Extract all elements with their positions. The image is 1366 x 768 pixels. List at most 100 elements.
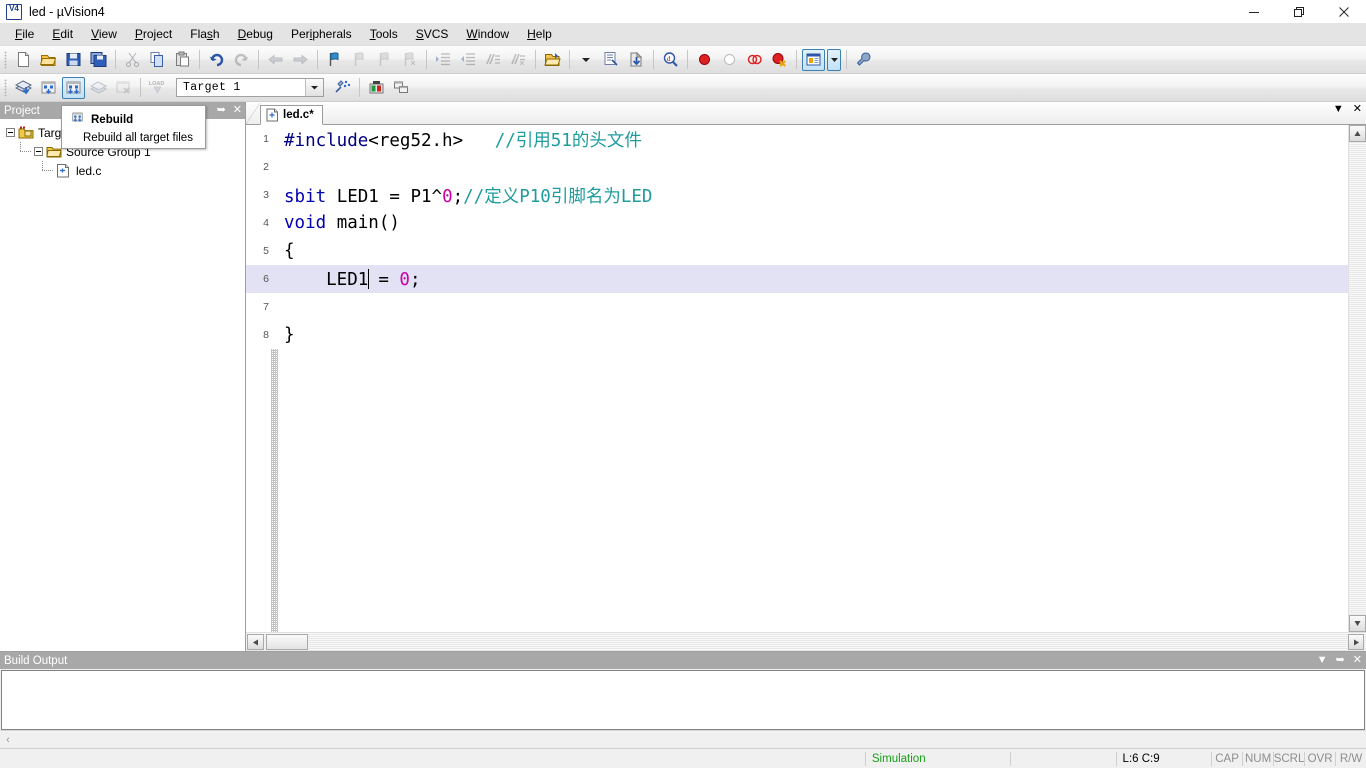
menu-tools[interactable]: Tools <box>361 25 407 43</box>
toolbar-separator <box>140 78 141 97</box>
toolbar-grip[interactable] <box>4 78 7 97</box>
status-flag-ovr: OVR <box>1307 752 1333 765</box>
tree-item-file[interactable]: led.c <box>0 161 245 180</box>
menu-file[interactable]: File <box>6 25 43 43</box>
clear-bookmarks-icon[interactable] <box>398 49 421 71</box>
line-number: 2 <box>246 153 278 181</box>
open-file-icon[interactable] <box>37 49 60 71</box>
project-tree: Target 1 Source Group 1 led.c <box>0 119 245 651</box>
window-layout-dropdown-icon[interactable] <box>827 48 841 71</box>
manage-components-icon[interactable] <box>365 77 388 99</box>
target-options-icon[interactable] <box>331 77 354 99</box>
paste-icon[interactable] <box>171 49 194 71</box>
minimize-icon[interactable] <box>1231 0 1276 23</box>
menu-peripherals[interactable]: Peripherals <box>282 25 361 43</box>
code-line-active[interactable]: 6 LED1 = 0; <box>246 265 1348 293</box>
code-editor[interactable]: 1 #include<reg52.h> //引用51的头文件 2 3 sbit … <box>246 125 1366 632</box>
cut-icon[interactable] <box>121 49 144 71</box>
scroll-left-icon[interactable] <box>247 634 264 650</box>
translate-file-icon[interactable] <box>12 77 35 99</box>
token-keyword: sbit <box>284 186 327 207</box>
save-all-icon[interactable] <box>87 49 110 71</box>
pin-icon[interactable]: ➥ <box>217 105 226 116</box>
configuration-wrench-icon[interactable] <box>852 49 875 71</box>
target-select[interactable]: Target 1 <box>176 78 324 97</box>
menu-flash[interactable]: Flash <box>181 25 228 43</box>
menu-window[interactable]: Window <box>457 25 518 43</box>
code-line[interactable]: 4 void main() <box>246 209 1348 237</box>
menu-help[interactable]: Help <box>518 25 561 43</box>
scroll-up-icon[interactable] <box>1349 125 1366 142</box>
code-line[interactable]: 7 <box>246 293 1348 321</box>
open-folder-icon[interactable] <box>541 49 564 71</box>
pin-icon[interactable]: ➥ <box>1336 655 1345 666</box>
kill-breakpoint-icon[interactable] <box>718 49 741 71</box>
rebuild-all-icon[interactable] <box>62 76 85 99</box>
indent-icon[interactable] <box>432 49 455 71</box>
close-icon[interactable]: ✕ <box>1353 655 1362 666</box>
tab-led-c[interactable]: led.c* <box>260 105 323 125</box>
editor-vertical-scrollbar[interactable] <box>1348 125 1366 632</box>
navigate-back-icon[interactable] <box>264 49 287 71</box>
scroll-down-icon[interactable] <box>1349 615 1366 632</box>
build-output-content[interactable] <box>1 670 1365 730</box>
close-icon[interactable]: ✕ <box>233 105 242 116</box>
editor-horizontal-scrollbar[interactable] <box>246 632 1366 651</box>
folder-icon <box>46 144 62 159</box>
batch-build-icon[interactable] <box>87 77 110 99</box>
magnifier-d-icon[interactable]: d <box>659 49 682 71</box>
disable-breakpoint-icon[interactable] <box>743 49 766 71</box>
close-icon[interactable]: ✕ <box>1353 104 1362 115</box>
chevron-down-icon[interactable]: ▼ <box>1333 104 1344 115</box>
horizontal-scroll-thumb[interactable] <box>266 634 308 650</box>
navigate-forward-icon[interactable] <box>289 49 312 71</box>
restore-icon[interactable] <box>1276 0 1321 23</box>
menu-svcs[interactable]: SVCS <box>407 25 458 43</box>
redo-icon[interactable] <box>230 49 253 71</box>
window-layout-icon[interactable] <box>802 48 825 71</box>
menu-project[interactable]: Project <box>126 25 181 43</box>
status-flag-num: NUM <box>1244 752 1272 765</box>
code-line[interactable]: 3 sbit LED1 = P1^0;//定义P10引脚名为LED <box>246 181 1348 209</box>
menu-view[interactable]: View <box>82 25 126 43</box>
code-line[interactable]: 1 #include<reg52.h> //引用51的头文件 <box>246 125 1348 153</box>
menu-debug[interactable]: Debug <box>229 25 282 43</box>
code-line[interactable]: 2 <box>246 153 1348 181</box>
close-icon[interactable] <box>1321 0 1366 23</box>
comment-icon[interactable] <box>482 49 505 71</box>
multi-project-icon[interactable] <box>390 77 413 99</box>
toolbar-grip[interactable] <box>4 50 7 69</box>
source-browse-icon[interactable] <box>600 49 623 71</box>
stop-build-icon[interactable] <box>112 77 135 99</box>
next-bookmark-icon[interactable] <box>348 49 371 71</box>
scroll-right-icon[interactable] <box>1348 634 1364 650</box>
build-target-icon[interactable] <box>37 77 60 99</box>
chevron-down-icon[interactable]: ▼ <box>1317 655 1328 666</box>
download-icon[interactable]: LOAD <box>146 77 169 99</box>
tree-connector <box>38 161 56 180</box>
collapse-icon[interactable] <box>6 128 15 137</box>
build-output-scrollbar[interactable]: ‹ <box>0 730 1366 748</box>
toolbar-separator <box>317 50 318 69</box>
chevron-down-icon[interactable] <box>305 79 323 96</box>
copy-icon[interactable] <box>146 49 169 71</box>
scroll-left-icon[interactable]: ‹ <box>0 732 16 747</box>
save-icon[interactable] <box>62 49 85 71</box>
undo-icon[interactable] <box>205 49 228 71</box>
options-dropdown-icon[interactable] <box>575 49 598 71</box>
toggle-bookmark-icon[interactable] <box>323 49 346 71</box>
previous-bookmark-icon[interactable] <box>373 49 396 71</box>
insert-breakpoint-icon[interactable] <box>693 49 716 71</box>
menu-edit[interactable]: Edit <box>43 25 82 43</box>
build-toolbar: LOAD Target 1 <box>0 74 1366 102</box>
code-surface[interactable]: 1 #include<reg52.h> //引用51的头文件 2 3 sbit … <box>246 125 1348 632</box>
token-keyword: void <box>284 213 327 233</box>
kill-all-breakpoints-icon[interactable] <box>768 49 791 71</box>
find-in-files-icon[interactable] <box>625 49 648 71</box>
outdent-icon[interactable] <box>457 49 480 71</box>
code-line[interactable]: 5 { <box>246 237 1348 265</box>
code-line[interactable]: 8 } <box>246 321 1348 349</box>
uncomment-icon[interactable] <box>507 49 530 71</box>
new-file-icon[interactable] <box>12 49 35 71</box>
collapse-icon[interactable] <box>34 147 43 156</box>
